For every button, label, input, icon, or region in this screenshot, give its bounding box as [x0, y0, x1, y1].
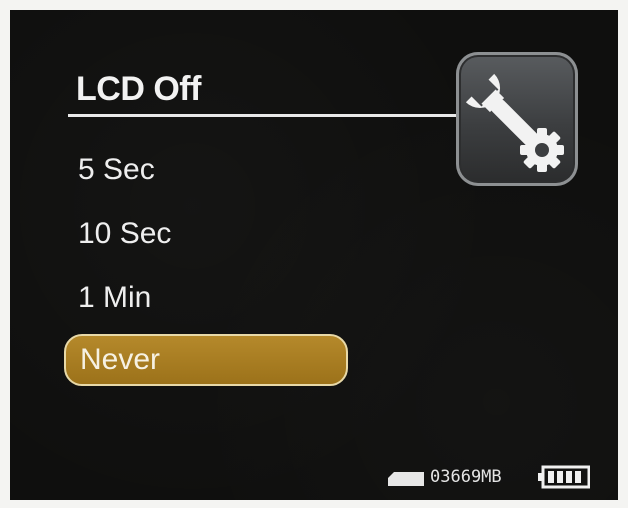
option-label: 5 Sec — [78, 153, 155, 186]
option-10-sec[interactable]: 10 Sec — [64, 208, 348, 260]
option-label: 1 Min — [78, 281, 152, 314]
storage-free-text: 03669MB — [430, 467, 502, 487]
menu-title: LCD Off — [76, 70, 201, 108]
sd-card-icon — [388, 472, 424, 486]
settings-wrench-gear-icon — [456, 52, 578, 186]
option-5-sec[interactable]: 5 Sec — [64, 144, 348, 196]
camera-screen: LCD Off 5 Sec 10 Sec 1 Min Never 03669MB — [10, 10, 618, 500]
battery-full-icon — [538, 465, 590, 489]
option-never[interactable]: Never — [64, 334, 348, 386]
title-divider — [68, 114, 466, 117]
option-label: Never — [80, 343, 161, 376]
option-1-min[interactable]: 1 Min — [64, 272, 348, 324]
option-label: 10 Sec — [78, 217, 172, 250]
